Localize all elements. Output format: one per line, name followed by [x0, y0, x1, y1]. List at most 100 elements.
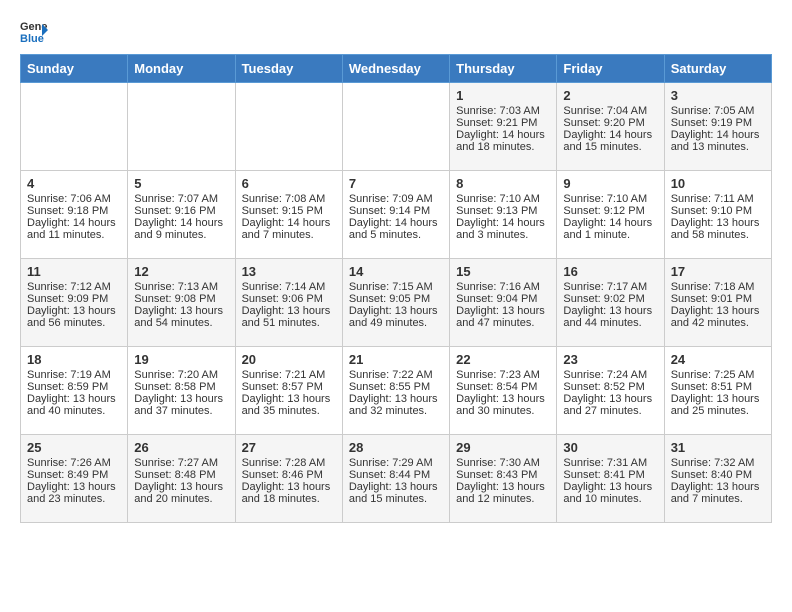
cell-info: Sunset: 9:08 PM: [134, 293, 228, 305]
day-number: 6: [242, 176, 336, 191]
cell-info: Daylight: 13 hours: [349, 393, 443, 405]
cell-info: Sunset: 9:15 PM: [242, 205, 336, 217]
cell-info: Sunrise: 7:16 AM: [456, 281, 550, 293]
page-header: General Blue: [20, 16, 772, 44]
cell-info: Daylight: 14 hours: [242, 217, 336, 229]
calendar-cell: 25Sunrise: 7:26 AMSunset: 8:49 PMDayligh…: [21, 435, 128, 523]
cell-info: and 23 minutes.: [27, 493, 121, 505]
calendar-cell: [128, 83, 235, 171]
cell-info: Sunrise: 7:29 AM: [349, 457, 443, 469]
cell-info: Sunset: 8:49 PM: [27, 469, 121, 481]
cell-info: Sunrise: 7:22 AM: [349, 369, 443, 381]
cell-info: Daylight: 13 hours: [671, 217, 765, 229]
day-number: 27: [242, 440, 336, 455]
day-number: 29: [456, 440, 550, 455]
cell-info: and 30 minutes.: [456, 405, 550, 417]
day-number: 3: [671, 88, 765, 103]
cell-info: and 15 minutes.: [349, 493, 443, 505]
cell-info: Sunset: 9:09 PM: [27, 293, 121, 305]
calendar-cell: 15Sunrise: 7:16 AMSunset: 9:04 PMDayligh…: [450, 259, 557, 347]
calendar-cell: 1Sunrise: 7:03 AMSunset: 9:21 PMDaylight…: [450, 83, 557, 171]
calendar-cell: 18Sunrise: 7:19 AMSunset: 8:59 PMDayligh…: [21, 347, 128, 435]
calendar-cell: 13Sunrise: 7:14 AMSunset: 9:06 PMDayligh…: [235, 259, 342, 347]
cell-info: Sunset: 8:58 PM: [134, 381, 228, 393]
calendar-cell: 14Sunrise: 7:15 AMSunset: 9:05 PMDayligh…: [342, 259, 449, 347]
cell-info: Sunset: 9:13 PM: [456, 205, 550, 217]
cell-info: Sunset: 8:52 PM: [563, 381, 657, 393]
header-thursday: Thursday: [450, 55, 557, 83]
cell-info: Daylight: 13 hours: [242, 305, 336, 317]
calendar-cell: 6Sunrise: 7:08 AMSunset: 9:15 PMDaylight…: [235, 171, 342, 259]
cell-info: and 40 minutes.: [27, 405, 121, 417]
cell-info: Daylight: 14 hours: [563, 217, 657, 229]
calendar-cell: [21, 83, 128, 171]
cell-info: and 58 minutes.: [671, 229, 765, 241]
calendar-cell: [235, 83, 342, 171]
cell-info: Daylight: 13 hours: [563, 393, 657, 405]
cell-info: Sunset: 9:14 PM: [349, 205, 443, 217]
calendar-cell: 27Sunrise: 7:28 AMSunset: 8:46 PMDayligh…: [235, 435, 342, 523]
cell-info: Sunset: 8:41 PM: [563, 469, 657, 481]
cell-info: Daylight: 13 hours: [563, 481, 657, 493]
calendar-cell: 2Sunrise: 7:04 AMSunset: 9:20 PMDaylight…: [557, 83, 664, 171]
calendar-header: SundayMondayTuesdayWednesdayThursdayFrid…: [21, 55, 772, 83]
cell-info: and 44 minutes.: [563, 317, 657, 329]
cell-info: Daylight: 13 hours: [242, 481, 336, 493]
day-number: 4: [27, 176, 121, 191]
cell-info: Sunrise: 7:20 AM: [134, 369, 228, 381]
header-saturday: Saturday: [664, 55, 771, 83]
day-number: 16: [563, 264, 657, 279]
cell-info: Sunrise: 7:11 AM: [671, 193, 765, 205]
cell-info: and 15 minutes.: [563, 141, 657, 153]
cell-info: and 25 minutes.: [671, 405, 765, 417]
cell-info: and 35 minutes.: [242, 405, 336, 417]
day-number: 30: [563, 440, 657, 455]
cell-info: and 13 minutes.: [671, 141, 765, 153]
header-tuesday: Tuesday: [235, 55, 342, 83]
day-number: 5: [134, 176, 228, 191]
week-row-2: 11Sunrise: 7:12 AMSunset: 9:09 PMDayligh…: [21, 259, 772, 347]
day-number: 19: [134, 352, 228, 367]
calendar-cell: 10Sunrise: 7:11 AMSunset: 9:10 PMDayligh…: [664, 171, 771, 259]
cell-info: Sunrise: 7:21 AM: [242, 369, 336, 381]
day-number: 2: [563, 88, 657, 103]
calendar-cell: 5Sunrise: 7:07 AMSunset: 9:16 PMDaylight…: [128, 171, 235, 259]
cell-info: Sunrise: 7:30 AM: [456, 457, 550, 469]
day-number: 17: [671, 264, 765, 279]
cell-info: and 32 minutes.: [349, 405, 443, 417]
day-number: 9: [563, 176, 657, 191]
cell-info: Sunrise: 7:24 AM: [563, 369, 657, 381]
calendar-table: SundayMondayTuesdayWednesdayThursdayFrid…: [20, 54, 772, 523]
cell-info: Sunset: 9:04 PM: [456, 293, 550, 305]
cell-info: Sunrise: 7:05 AM: [671, 105, 765, 117]
cell-info: Sunrise: 7:31 AM: [563, 457, 657, 469]
calendar-cell: 17Sunrise: 7:18 AMSunset: 9:01 PMDayligh…: [664, 259, 771, 347]
cell-info: and 18 minutes.: [242, 493, 336, 505]
calendar-cell: 20Sunrise: 7:21 AMSunset: 8:57 PMDayligh…: [235, 347, 342, 435]
cell-info: and 54 minutes.: [134, 317, 228, 329]
cell-info: Daylight: 13 hours: [456, 393, 550, 405]
cell-info: and 47 minutes.: [456, 317, 550, 329]
cell-info: Sunset: 9:02 PM: [563, 293, 657, 305]
cell-info: Sunrise: 7:27 AM: [134, 457, 228, 469]
cell-info: Sunrise: 7:10 AM: [456, 193, 550, 205]
day-number: 28: [349, 440, 443, 455]
cell-info: Daylight: 13 hours: [671, 393, 765, 405]
cell-info: Sunrise: 7:28 AM: [242, 457, 336, 469]
cell-info: Daylight: 13 hours: [134, 481, 228, 493]
cell-info: Sunset: 8:48 PM: [134, 469, 228, 481]
day-number: 18: [27, 352, 121, 367]
cell-info: and 42 minutes.: [671, 317, 765, 329]
calendar-cell: 28Sunrise: 7:29 AMSunset: 8:44 PMDayligh…: [342, 435, 449, 523]
cell-info: Daylight: 13 hours: [27, 481, 121, 493]
calendar-cell: 7Sunrise: 7:09 AMSunset: 9:14 PMDaylight…: [342, 171, 449, 259]
cell-info: Sunrise: 7:13 AM: [134, 281, 228, 293]
cell-info: Sunset: 9:01 PM: [671, 293, 765, 305]
cell-info: Sunrise: 7:14 AM: [242, 281, 336, 293]
cell-info: Daylight: 13 hours: [134, 393, 228, 405]
cell-info: Sunset: 8:57 PM: [242, 381, 336, 393]
cell-info: Sunset: 9:16 PM: [134, 205, 228, 217]
cell-info: and 7 minutes.: [671, 493, 765, 505]
cell-info: Daylight: 14 hours: [349, 217, 443, 229]
calendar-cell: 19 Sunrise: 7:20 AMSunset: 8:58 PMDayligh…: [128, 347, 235, 435]
